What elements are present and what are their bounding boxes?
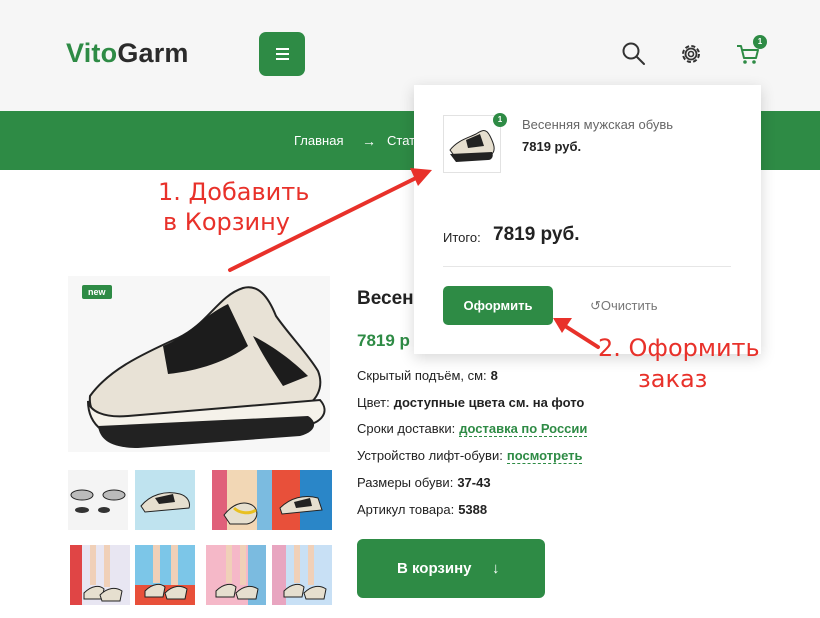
spec-label: Скрытый подъём, см: — [357, 368, 487, 383]
spec-row-lift-device: Устройство лифт-обуви: посмотреть — [357, 448, 583, 464]
menu-line-icon — [276, 58, 289, 60]
thumbnail-image — [215, 545, 266, 605]
cart-item-name[interactable]: Весенняя мужская обувь — [522, 117, 673, 132]
spec-value: 8 — [490, 368, 498, 383]
gear-icon[interactable] — [678, 41, 704, 67]
product-thumbnail[interactable] — [135, 470, 195, 530]
spec-row-sizes: Размеры обуви: 37-43 — [357, 475, 491, 490]
thumbnail-image — [70, 489, 126, 513]
add-to-cart-label: В корзину — [397, 560, 472, 577]
hamburger-menu-button[interactable] — [259, 32, 305, 76]
annotation-step2-line2: заказ — [638, 365, 708, 393]
thumbnail-image — [140, 492, 190, 513]
thumbnail-image — [272, 470, 323, 530]
cart-divider — [443, 266, 731, 267]
sneaker-image — [87, 286, 326, 448]
breadcrumb-home-link[interactable]: Главная — [294, 133, 343, 148]
breadcrumb-arrow-icon: → — [362, 133, 376, 149]
product-thumbnail[interactable] — [272, 470, 332, 530]
cart-total-value: 7819 руб. — [493, 224, 580, 245]
thumbnail-image — [70, 545, 123, 605]
clear-cart-button[interactable]: ↺Очистить — [590, 298, 658, 314]
product-thumbnail[interactable] — [68, 470, 128, 530]
annotation-step1-line1: 1. Добавить — [158, 178, 310, 206]
spec-row-sku: Артикул товара: 5388 — [357, 502, 487, 517]
spec-value: 37-43 — [457, 475, 491, 490]
spec-label: Размеры обуви: — [357, 475, 454, 490]
menu-line-icon — [276, 48, 289, 50]
delivery-link[interactable]: доставка по России — [459, 421, 588, 437]
spec-value: 5388 — [458, 502, 488, 517]
logo-part-garm: Garm — [117, 38, 189, 68]
menu-line-icon — [276, 53, 289, 55]
spec-row-delivery: Сроки доставки: доставка по России — [357, 421, 588, 437]
cart-item-thumbnail[interactable] — [443, 115, 501, 173]
arrow-down-icon: ↓ — [492, 560, 500, 577]
product-price: 7819 р — [357, 331, 410, 350]
product-main-image[interactable] — [68, 276, 330, 452]
cart-item-qty-badge: 1 — [493, 113, 507, 127]
product-title: Весен — [357, 288, 414, 309]
spec-value: доступные цвета см. на фото — [393, 395, 585, 410]
annotation-step2-line1: 2. Оформить — [598, 334, 760, 362]
breadcrumb-current[interactable]: Стат — [387, 133, 415, 148]
add-to-cart-button[interactable]: В корзину ↓ — [357, 539, 545, 598]
product-thumbnail[interactable] — [212, 470, 272, 530]
spec-label: Устройство лифт-обуви: — [357, 448, 503, 463]
cart-item-image — [449, 130, 495, 162]
product-thumbnail[interactable] — [206, 545, 266, 605]
thumbnail-image — [272, 545, 327, 605]
thumbnail-image — [135, 545, 195, 605]
logo-part-vito: Vito — [66, 38, 118, 68]
product-thumbnail[interactable] — [70, 545, 130, 605]
checkout-button[interactable]: Оформить — [443, 286, 553, 325]
product-thumbnail[interactable] — [135, 545, 195, 605]
annotation-step1-line2: в Корзину — [163, 208, 290, 236]
cart-item-price: 7819 руб. — [522, 139, 582, 154]
spec-label: Артикул товара: — [357, 502, 455, 517]
spec-label: Цвет: — [357, 395, 390, 410]
clear-cart-label: Очистить — [600, 298, 658, 313]
cart-total-label: Итого: — [443, 230, 481, 245]
cart-count-badge: 1 — [753, 35, 767, 49]
spec-row-color: Цвет: доступные цвета см. на фото — [357, 395, 584, 410]
view-lift-device-link[interactable]: посмотреть — [506, 448, 583, 464]
site-logo[interactable]: VitoGarm — [66, 38, 189, 69]
search-icon[interactable] — [621, 41, 647, 67]
spec-row-hidden-lift: Скрытый подъём, см: 8 — [357, 368, 498, 383]
refresh-icon: ↺ — [590, 298, 601, 313]
thumbnail-image — [212, 470, 272, 530]
spec-label: Сроки доставки: — [357, 421, 456, 436]
product-thumbnail[interactable] — [272, 545, 332, 605]
new-badge: new — [82, 285, 112, 299]
